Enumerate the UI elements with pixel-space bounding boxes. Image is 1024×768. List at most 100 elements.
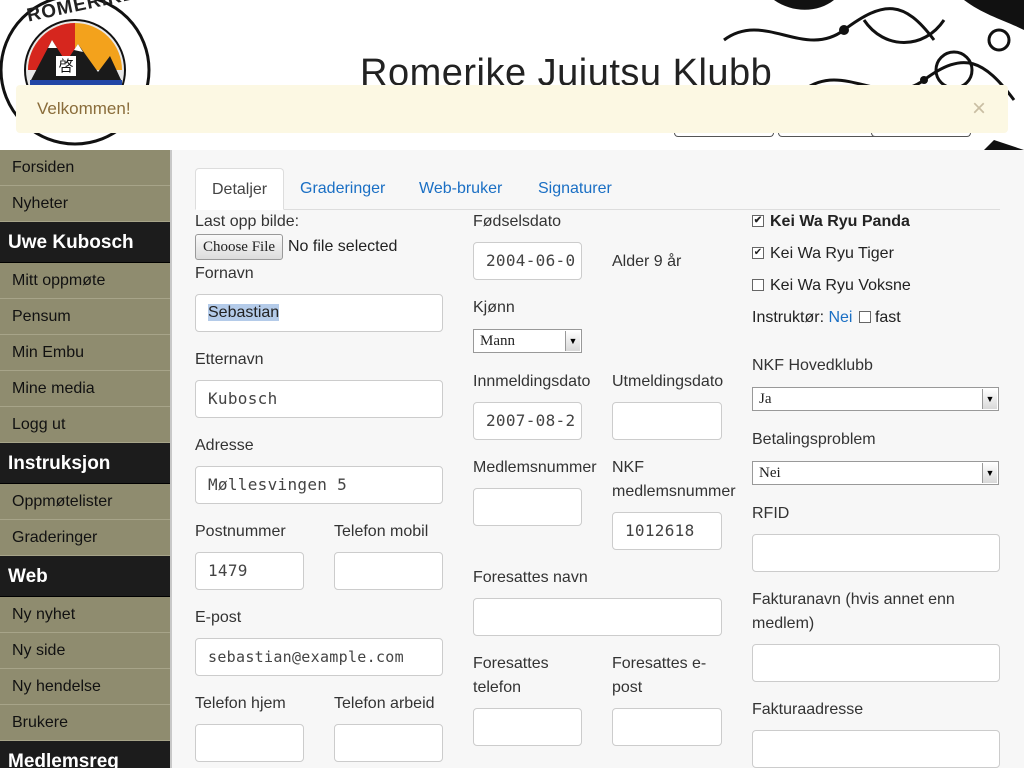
- betalingsproblem-label: Betalingsproblem: [752, 431, 876, 448]
- upload-label: Last opp bilde:: [195, 213, 300, 230]
- betalingsproblem-value: Nei: [759, 465, 781, 481]
- fakturaadresse-field[interactable]: [752, 730, 1000, 768]
- sidebar-item-mitt-oppmote[interactable]: Mitt oppmøte: [0, 263, 170, 299]
- etternavn-field[interactable]: Kubosch: [195, 380, 443, 418]
- group-tiger-row: ✔ Kei Wa Ryu Tiger: [752, 242, 894, 266]
- sidebar-heading-instruksjon: Instruksjon: [0, 443, 170, 484]
- kjonn-select[interactable]: Mann ▼: [473, 329, 582, 353]
- group-tiger-label: Kei Wa Ryu Tiger: [770, 245, 894, 262]
- tab-web-bruker[interactable]: Web-bruker: [403, 168, 518, 209]
- epost-label: E-post: [195, 609, 242, 626]
- sidebar-item-ny-hendelse[interactable]: Ny hendelse: [0, 669, 170, 705]
- foresattes-telefon-label-line1: Foresattes: [473, 655, 549, 672]
- instruktor-label: Instruktør:: [752, 309, 825, 326]
- nkf-hovedklubb-value: Ja: [759, 391, 772, 407]
- nkf-medlemsnummer-field[interactable]: 1012618: [612, 512, 722, 550]
- fornavn-field[interactable]: Sebastian: [195, 294, 443, 332]
- fakturaadresse-label: Fakturaadresse: [752, 701, 864, 718]
- fornavn-value: Sebastian: [208, 304, 280, 321]
- group-tiger-checkbox[interactable]: ✔: [752, 246, 764, 259]
- foresattes-telefon-field[interactable]: [473, 708, 582, 746]
- foresattes-navn-field[interactable]: [473, 598, 722, 636]
- postnummer-label: Postnummer: [195, 523, 286, 540]
- innmelding-field[interactable]: 2007-08-2: [473, 402, 582, 440]
- telefon-arbeid-field[interactable]: [334, 724, 443, 762]
- foresattes-telefon-label-line2: telefon: [473, 679, 522, 696]
- tab-detaljer[interactable]: Detaljer: [195, 168, 285, 210]
- fakturanavn-label-line2: medlem): [752, 615, 815, 632]
- sidebar-item-ny-nyhet[interactable]: Ny nyhet: [0, 597, 170, 633]
- medlemsnummer-field[interactable]: [473, 488, 582, 526]
- instruktor-link[interactable]: Nei: [828, 309, 852, 326]
- sidebar-item-mine-media[interactable]: Mine media: [0, 371, 170, 407]
- sidebar-item-graderinger[interactable]: Graderinger: [0, 520, 170, 556]
- telefon-mobil-field[interactable]: [334, 552, 443, 590]
- rfid-field[interactable]: [752, 534, 1000, 572]
- adresse-field[interactable]: Møllesvingen 5: [195, 466, 443, 504]
- close-icon[interactable]: ×: [972, 85, 986, 133]
- tab-signaturer[interactable]: Signaturer: [522, 168, 628, 209]
- group-panda-row: ✔ Kei Wa Ryu Panda: [752, 210, 910, 234]
- instruktor-row: Instruktør: Nei fast: [752, 306, 901, 330]
- telefon-mobil-label: Telefon mobil: [334, 523, 429, 540]
- fakturanavn-field[interactable]: [752, 644, 1000, 682]
- logo-glyph: 啓: [56, 56, 76, 76]
- file-status-text: No file selected: [288, 238, 398, 255]
- fodselsdato-field[interactable]: 2004-06-0: [473, 242, 582, 280]
- chevron-down-icon: ▼: [982, 389, 997, 409]
- fornavn-label: Fornavn: [195, 265, 254, 282]
- medlemsnummer-label: Medlemsnummer: [473, 459, 597, 476]
- postnummer-field[interactable]: 1479: [195, 552, 304, 590]
- group-voksne-checkbox[interactable]: [752, 278, 764, 291]
- alert-message: Velkommen!: [37, 99, 131, 118]
- telefon-hjem-label: Telefon hjem: [195, 695, 286, 712]
- nkf-label-line1: NKF: [612, 459, 644, 476]
- foresattes-epost-label-line2: post: [612, 679, 643, 696]
- fakturanavn-label-line1: Fakturanavn (hvis annet enn: [752, 591, 955, 608]
- sidebar-heading-user: Uwe Kubosch: [0, 222, 170, 263]
- etternavn-label: Etternavn: [195, 351, 264, 368]
- nkf-hovedklubb-select[interactable]: Ja ▼: [752, 387, 999, 411]
- innmelding-label: Innmeldingsdato: [473, 373, 591, 390]
- sidebar-item-forsiden[interactable]: Forsiden: [0, 150, 170, 186]
- tab-bar: Detaljer Graderinger Web-bruker Signatur…: [195, 168, 1000, 210]
- group-panda-checkbox[interactable]: ✔: [752, 214, 764, 227]
- sidebar-heading-web: Web: [0, 556, 170, 597]
- betalingsproblem-select[interactable]: Nei ▼: [752, 461, 999, 485]
- nkf-hovedklubb-label: NKF Hovedklubb: [752, 357, 873, 374]
- foresattes-epost-field[interactable]: [612, 708, 722, 746]
- epost-field[interactable]: sebastian@example.com: [195, 638, 443, 676]
- foresattes-navn-label: Foresattes navn: [473, 569, 588, 586]
- utmelding-field[interactable]: [612, 402, 722, 440]
- chevron-down-icon: ▼: [982, 463, 997, 483]
- sidebar-item-ny-side[interactable]: Ny side: [0, 633, 170, 669]
- welcome-alert: Velkommen! ×: [16, 85, 1008, 133]
- choose-file-button[interactable]: Choose File: [195, 234, 283, 260]
- sidebar-item-min-embu[interactable]: Min Embu: [0, 335, 170, 371]
- foresattes-epost-label-line1: Foresattes e-: [612, 655, 707, 672]
- telefon-hjem-field[interactable]: [195, 724, 304, 762]
- tab-graderinger[interactable]: Graderinger: [284, 168, 401, 209]
- sidebar-item-logg-ut[interactable]: Logg ut: [0, 407, 170, 443]
- sidebar-item-pensum[interactable]: Pensum: [0, 299, 170, 335]
- chevron-down-icon: ▼: [565, 331, 580, 351]
- sidebar-item-oppmotelister[interactable]: Oppmøtelister: [0, 484, 170, 520]
- sidebar-item-nyheter[interactable]: Nyheter: [0, 186, 170, 222]
- telefon-arbeid-label: Telefon arbeid: [334, 695, 435, 712]
- rfid-label: RFID: [752, 505, 790, 522]
- sidebar-heading-medlemsreg: Medlemsreg: [0, 741, 170, 768]
- fodselsdato-label: Fødselsdato: [473, 213, 562, 230]
- group-voksne-label: Kei Wa Ryu Voksne: [770, 277, 911, 294]
- kjonn-label: Kjønn: [473, 299, 515, 316]
- nkf-label-line2: medlemsnummer: [612, 483, 736, 500]
- adresse-label: Adresse: [195, 437, 254, 454]
- utmelding-label: Utmeldingsdato: [612, 373, 724, 390]
- group-voksne-row: Kei Wa Ryu Voksne: [752, 274, 911, 298]
- sidebar-nav: Forsiden Nyheter Uwe Kubosch Mitt oppmøt…: [0, 150, 170, 768]
- fast-label: fast: [874, 309, 901, 326]
- group-panda-label: Kei Wa Ryu Panda: [770, 213, 910, 230]
- fast-checkbox[interactable]: [858, 310, 871, 323]
- sidebar-item-brukere[interactable]: Brukere: [0, 705, 170, 741]
- kjonn-value: Mann: [480, 333, 515, 349]
- alder-text: Alder 9 år: [612, 253, 682, 270]
